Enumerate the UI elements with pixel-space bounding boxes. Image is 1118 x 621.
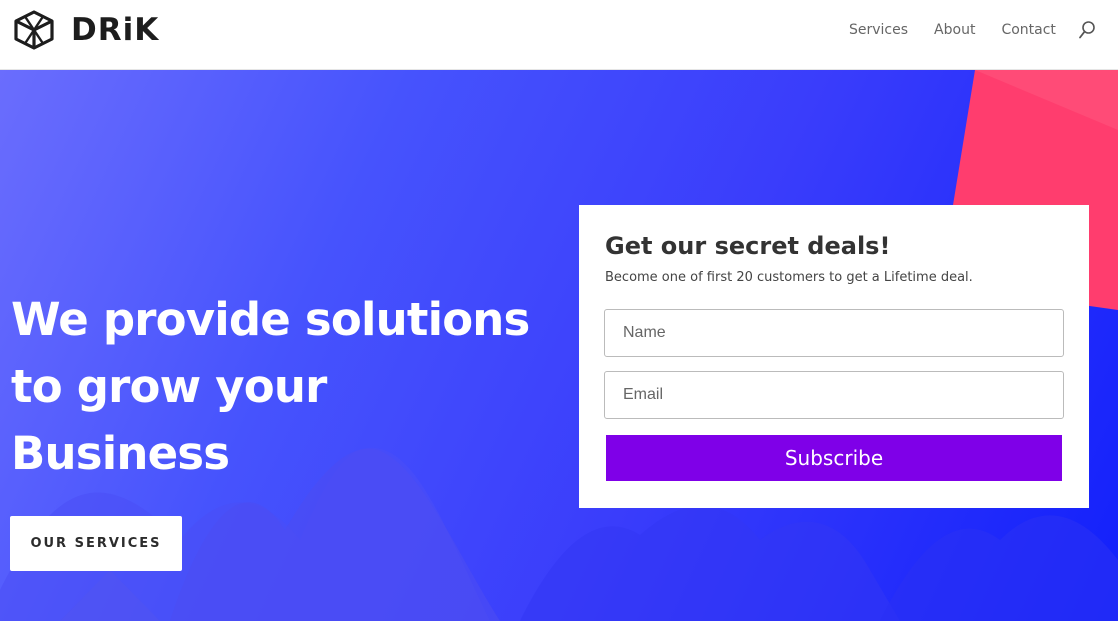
main-nav: Services About Contact bbox=[849, 20, 1096, 40]
site-header: DRiK Services About Contact bbox=[0, 0, 1118, 70]
nav-item-services[interactable]: Services bbox=[849, 20, 908, 40]
nav-item-contact[interactable]: Contact bbox=[1001, 20, 1055, 40]
subscribe-card: Get our secret deals! Become one of firs… bbox=[579, 205, 1089, 508]
hero-section: We provide solutions to grow your Busine… bbox=[0, 70, 1118, 621]
email-input[interactable] bbox=[604, 371, 1064, 419]
search-icon[interactable] bbox=[1078, 20, 1096, 40]
nav-item-about[interactable]: About bbox=[934, 20, 975, 40]
headline-line-3: Business bbox=[11, 427, 230, 480]
headline-line-2: to grow your bbox=[11, 360, 327, 413]
brand-name: DRiK bbox=[71, 12, 160, 48]
subscribe-subtitle: Become one of first 20 customers to get … bbox=[605, 270, 973, 285]
hero-headline: We provide solutions to grow your Busine… bbox=[11, 286, 571, 487]
our-services-button[interactable]: OUR SERVICES bbox=[10, 516, 182, 571]
subscribe-title: Get our secret deals! bbox=[605, 232, 891, 260]
name-input[interactable] bbox=[604, 309, 1064, 357]
brand-logo[interactable]: DRiK bbox=[13, 10, 159, 50]
cube-logo-icon bbox=[14, 10, 54, 50]
subscribe-button[interactable]: Subscribe bbox=[606, 435, 1062, 481]
headline-line-1: We provide solutions bbox=[11, 293, 530, 346]
